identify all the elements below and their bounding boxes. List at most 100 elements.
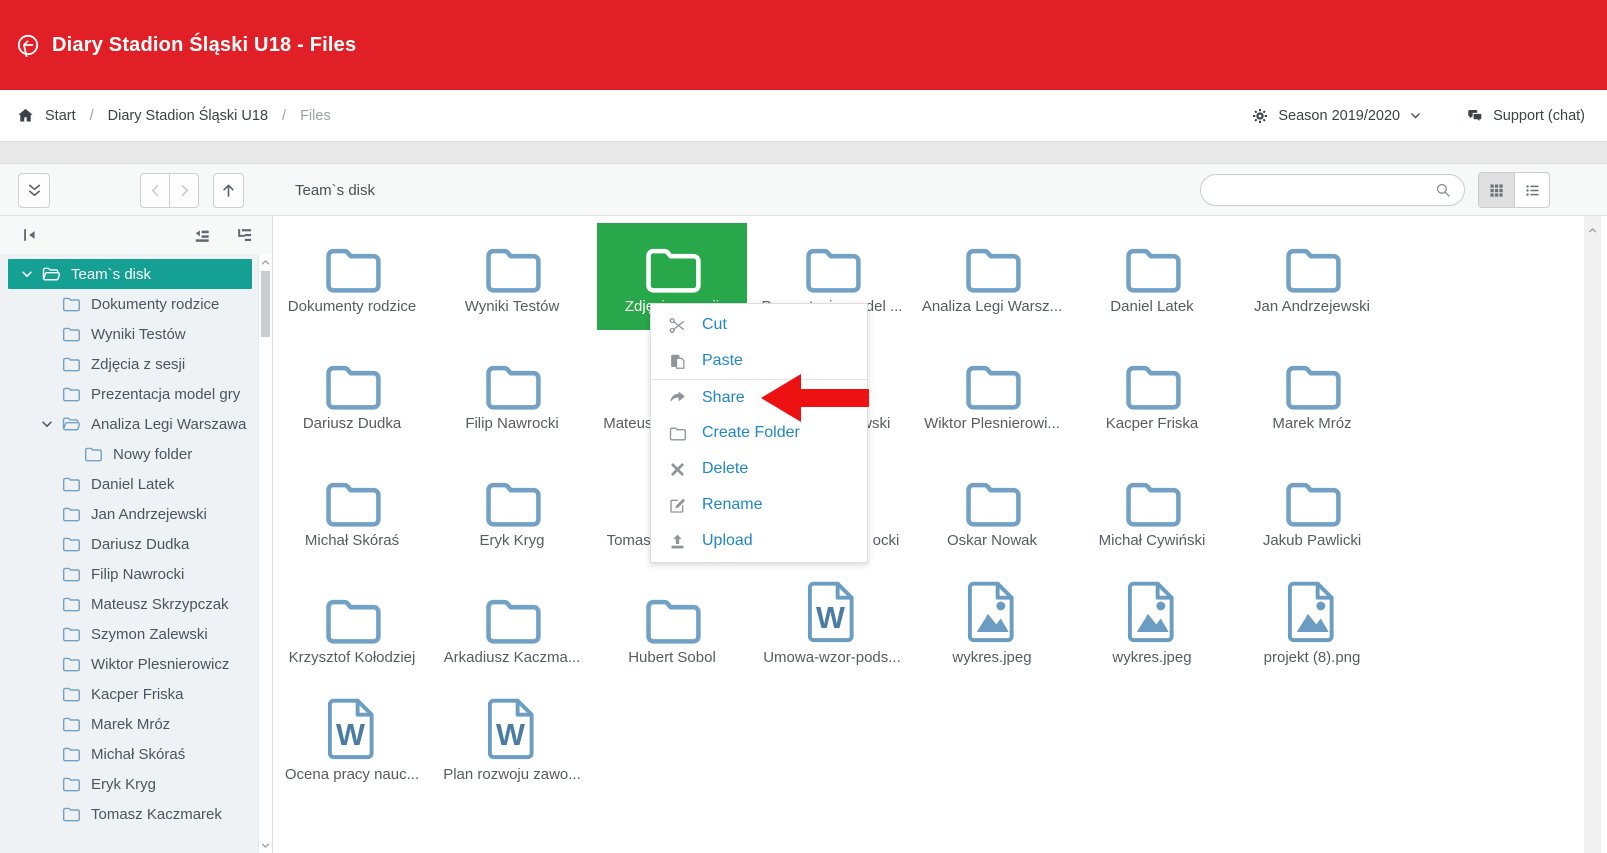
tree-item[interactable]: Szymon Zalewski (0, 619, 258, 649)
list-view-button[interactable] (1514, 173, 1549, 207)
grid-item-folder[interactable]: Jan Andrzejewski (1237, 223, 1387, 330)
grid-view-button[interactable] (1479, 173, 1514, 207)
tree-item[interactable]: Analiza Legi Warszawa (0, 409, 258, 439)
grid-item-folder[interactable]: Wiktor Plesnierowi... (917, 340, 1067, 447)
grid-item-word[interactable]: WOcena pracy nauc... (277, 691, 427, 798)
home-icon[interactable] (16, 106, 35, 125)
tree-item[interactable]: Tomasz Kaczmarek (0, 799, 258, 829)
collapse-all-icon[interactable] (192, 225, 212, 245)
grid-item-folder[interactable]: Marek Mróz (1237, 340, 1387, 447)
scrollbar-thumb[interactable] (261, 271, 270, 337)
back-icon[interactable] (16, 33, 40, 57)
sidebar-scrollbar[interactable] (258, 254, 272, 853)
grid-item-folder[interactable]: Michał Skóraś (277, 457, 427, 564)
scroll-up-icon[interactable] (1586, 224, 1599, 237)
tree-item[interactable]: Jan Andrzejewski (0, 499, 258, 529)
folder-tree: Team`s diskDokumenty rodzice Wyniki Testó… (0, 254, 258, 853)
collapse-sidebar-icon[interactable] (20, 225, 40, 245)
chat-icon (1466, 107, 1484, 125)
create-folder-icon (668, 424, 687, 443)
grid-item-folder[interactable]: Oskar Nowak (917, 457, 1067, 564)
search-icon[interactable] (1434, 181, 1452, 199)
grid-item-label: Filip Nawrocki (437, 415, 587, 432)
files-scrollbar[interactable] (1584, 216, 1601, 853)
context-menu-item-delete[interactable]: Delete (651, 451, 867, 487)
folder-icon (83, 444, 103, 464)
tree-item-label: Wiktor Plesnierowicz (91, 656, 229, 673)
scroll-down-icon[interactable] (259, 839, 272, 852)
arrow-up-icon (219, 181, 238, 200)
tree-item[interactable]: Zdjęcia z sesji (0, 349, 258, 379)
grid-item-folder[interactable]: Wyniki Testów (437, 223, 587, 330)
forward-button[interactable] (169, 173, 199, 208)
chevron-down-icon[interactable] (20, 267, 34, 281)
breadcrumb-item[interactable]: Start (45, 108, 76, 124)
grid-item-folder[interactable]: Dokumenty rodzice (277, 223, 427, 330)
grid-item-label: Eryk Kryg (437, 532, 587, 549)
tree-item-label: Michał Skóraś (91, 746, 185, 763)
folder-icon (61, 684, 81, 704)
tree-item[interactable]: Filip Nawrocki (0, 559, 258, 589)
context-menu-item-create-folder[interactable]: Create Folder (651, 415, 867, 451)
tree-item[interactable]: Wiktor Plesnierowicz (0, 649, 258, 679)
search-input[interactable] (1201, 182, 1434, 198)
grid-item-word[interactable]: WUmowa-wzor-pods... (757, 574, 907, 681)
tree-item[interactable]: Wyniki Testów (0, 319, 258, 349)
rename-icon (668, 496, 687, 515)
file-manager-toolbar: Team`s disk (0, 164, 1607, 216)
grid-item-folder[interactable]: Analiza Legi Warsz... (917, 223, 1067, 330)
grid-item-folder[interactable]: Daniel Latek (1077, 223, 1227, 330)
tree-item-label: Eryk Kryg (91, 776, 156, 793)
grid-item-label: Marek Mróz (1237, 415, 1387, 432)
back-button[interactable] (140, 173, 170, 208)
grid-item-word[interactable]: WPlan rozwoju zawo... (437, 691, 587, 798)
breadcrumb-item[interactable]: Diary Stadion Śląski U18 (108, 108, 268, 124)
annotation-arrow-icon (761, 374, 801, 422)
grid-item-folder[interactable]: Jakub Pawlicki (1237, 457, 1387, 564)
grid-item-folder[interactable]: Filip Nawrocki (437, 340, 587, 447)
tree-item[interactable]: Dokumenty rodzice (0, 289, 258, 319)
grid-item-label: projekt (8).png (1237, 649, 1387, 666)
tree-item[interactable]: Team`s disk (8, 259, 252, 289)
support-chat-button[interactable]: Support (chat) (1466, 107, 1585, 125)
context-menu-item-upload[interactable]: Upload (651, 523, 867, 559)
expand-panel-button[interactable] (18, 173, 50, 208)
folder-icon (61, 744, 81, 764)
tree-item[interactable]: Michał Skóraś (0, 739, 258, 769)
context-menu: CutPasteShareCreate FolderDeleteRenameUp… (650, 303, 868, 563)
tree-item[interactable]: Dariusz Dudka (0, 529, 258, 559)
grid-item-folder[interactable]: Krzysztof Kołodziej (277, 574, 427, 681)
tree-item[interactable]: Mateusz Skrzypczak (0, 589, 258, 619)
expand-all-icon[interactable] (234, 225, 254, 245)
share-icon (668, 388, 687, 407)
season-selector[interactable]: Season 2019/2020 (1251, 107, 1422, 125)
grid-item-folder[interactable]: Arkadiusz Kaczma... (437, 574, 587, 681)
grid-item-image[interactable]: wykres.jpeg (1077, 574, 1227, 681)
tree-item[interactable]: Kacper Friska (0, 679, 258, 709)
up-button[interactable] (213, 173, 244, 208)
chevron-down-icon[interactable] (40, 417, 54, 431)
context-menu-item-cut[interactable]: Cut (651, 307, 867, 343)
grid-item-folder[interactable]: Kacper Friska (1077, 340, 1227, 447)
grid-item-folder[interactable]: Michał Cywiński (1077, 457, 1227, 564)
grid-item-image[interactable]: projekt (8).png (1237, 574, 1387, 681)
context-menu-item-paste[interactable]: Paste (651, 343, 867, 379)
folder-icon (61, 594, 81, 614)
tree-item[interactable]: Marek Mróz (0, 709, 258, 739)
grid-item-folder[interactable]: Eryk Kryg (437, 457, 587, 564)
tree-item[interactable]: Prezentacja model gry (0, 379, 258, 409)
folder-icon (960, 471, 1024, 525)
grid-item-folder[interactable]: Hubert Sobol (597, 574, 747, 681)
grid-item-label: Jan Andrzejewski (1237, 298, 1387, 315)
scroll-up-icon[interactable] (259, 256, 272, 269)
tree-item[interactable]: Nowy folder (0, 439, 258, 469)
tree-item-label: Daniel Latek (91, 476, 174, 493)
tree-item[interactable]: Eryk Kryg (0, 769, 258, 799)
grid-item-folder[interactable]: Dariusz Dudka (277, 340, 427, 447)
tree-item[interactable]: Daniel Latek (0, 469, 258, 499)
tree-item-label: Dariusz Dudka (91, 536, 189, 553)
breadcrumb-separator: / (86, 108, 98, 124)
grid-item-image[interactable]: wykres.jpeg (917, 574, 1067, 681)
context-menu-item-rename[interactable]: Rename (651, 487, 867, 523)
tree-item-label: Wyniki Testów (91, 326, 186, 343)
